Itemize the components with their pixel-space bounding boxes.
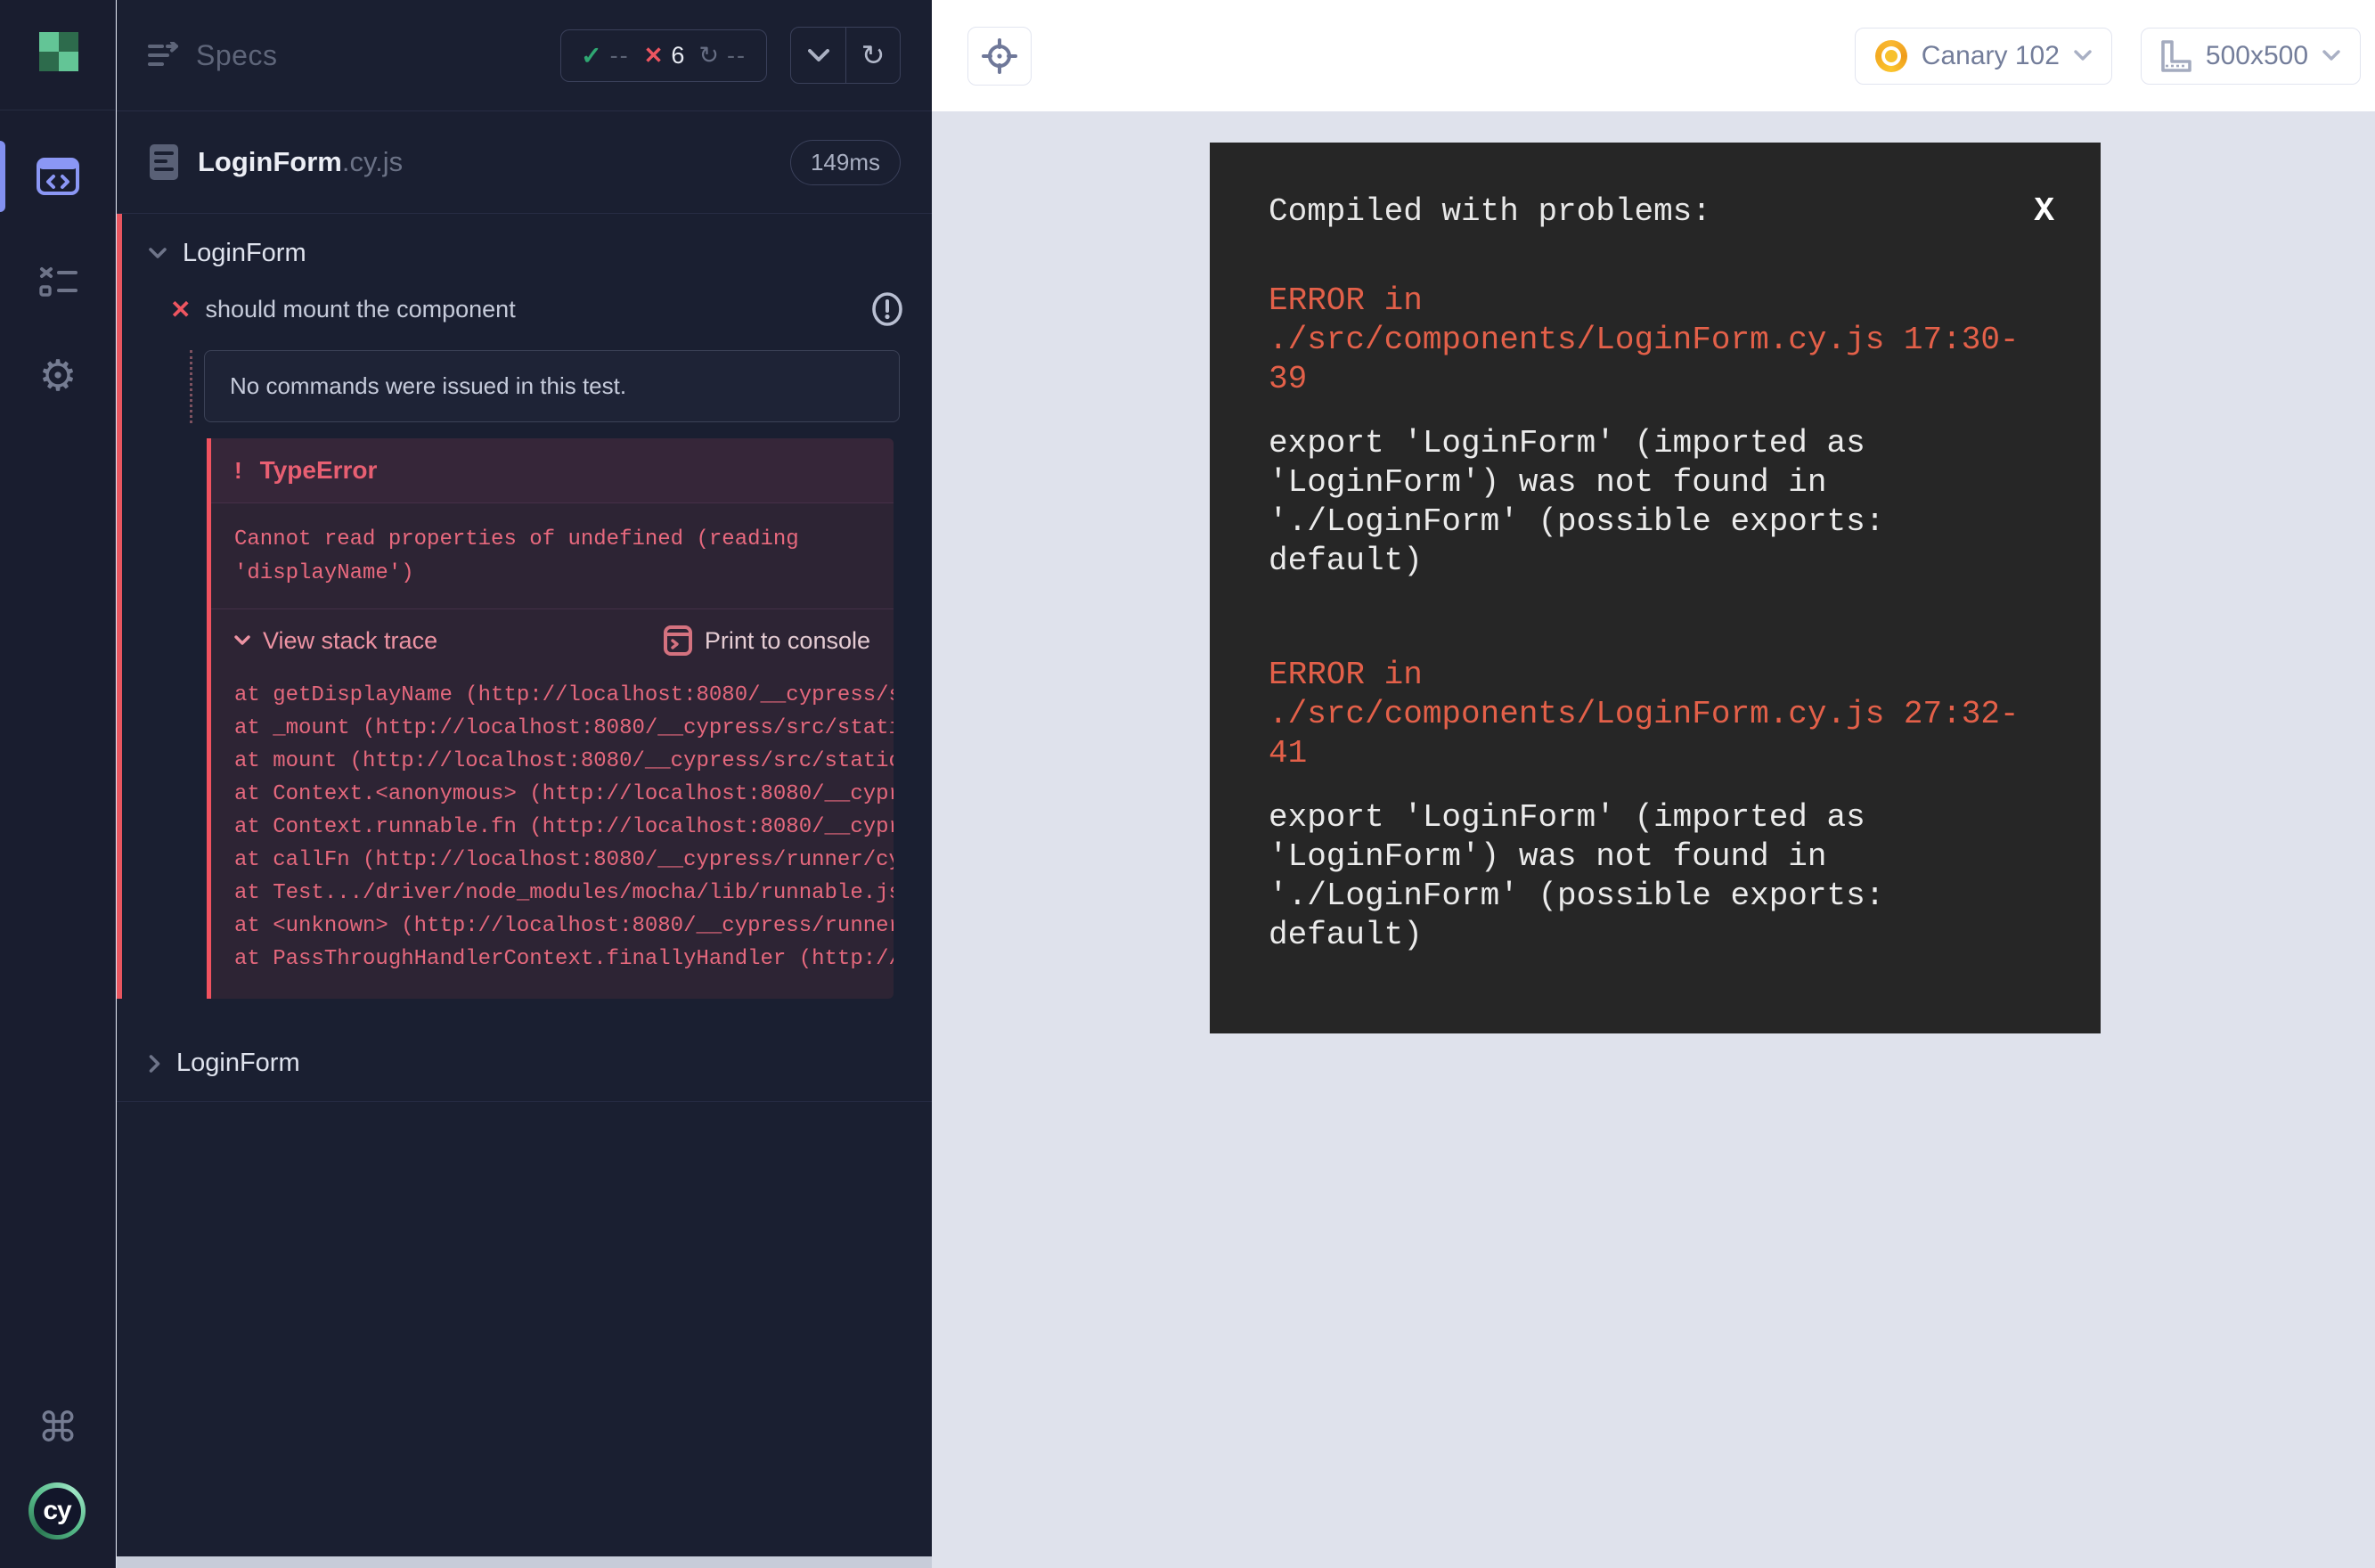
collapse-all-button[interactable] — [791, 28, 845, 83]
rerun-button[interactable]: ↻ — [845, 28, 900, 83]
test-error-box: ! TypeError Cannot read properties of un… — [207, 438, 894, 999]
spec-file-row[interactable]: LoginForm.cy.js 149ms — [117, 111, 932, 213]
stat-passed: ✓ -- — [581, 41, 629, 70]
gear-icon: ⚙ — [38, 351, 77, 401]
browser-select-label: Canary 102 — [1922, 41, 2060, 71]
specs-panel-title: Specs — [196, 39, 277, 72]
print-to-console-button[interactable]: Print to console — [664, 625, 870, 656]
test-failed-icon: ✕ — [170, 295, 191, 324]
spec-duration-badge: 149ms — [790, 140, 901, 185]
error-controls: View stack trace Print to console — [211, 609, 894, 672]
specs-header: Specs ✓ -- ✕ 6 ↻ -- — [117, 0, 932, 111]
no-commands-message: No commands were issued in this test. — [204, 350, 900, 422]
cy-logo: cy — [34, 1488, 81, 1535]
stack-trace: at getDisplayName (http://localhost:8080… — [211, 672, 894, 999]
error-detail: export 'LoginForm' (imported as 'LoginFo… — [1269, 798, 2054, 955]
compile-error: ERROR in ./src/components/LoginForm.cy.j… — [1269, 282, 2054, 581]
cypress-version-button[interactable]: cy — [29, 1482, 86, 1539]
runner-topbar: Canary 102 500x500 — [932, 0, 2375, 111]
check-icon: ✓ — [581, 41, 601, 70]
sidebar: ⚙ ⌘ cy — [0, 0, 116, 1568]
stat-pending: ↻ -- — [698, 42, 747, 69]
compile-error: ERROR in ./src/components/LoginForm.cy.j… — [1269, 656, 2054, 955]
logo-square — [59, 32, 78, 52]
attempt-indicator — [190, 350, 192, 423]
logo-square — [59, 52, 78, 71]
horizontal-scrollbar[interactable] — [117, 1556, 932, 1568]
stat-failed: ✕ 6 — [644, 42, 685, 69]
logo-square — [39, 32, 59, 52]
ruler-icon — [2161, 40, 2191, 72]
collapsed-suite-row[interactable]: LoginForm — [117, 1025, 932, 1101]
suite-row[interactable]: LoginForm — [122, 226, 932, 281]
chevron-down-icon — [2074, 50, 2092, 61]
error-header: ! TypeError — [211, 438, 894, 503]
runner-area: Canary 102 500x500 — [932, 0, 2375, 1568]
command-icon: ⌘ — [37, 1403, 78, 1451]
spec-file-icon — [148, 143, 180, 182]
selector-playground-button[interactable] — [967, 27, 1032, 86]
refresh-icon: ↻ — [861, 38, 886, 72]
print-console-icon — [664, 625, 692, 656]
specs-icon — [148, 42, 180, 69]
webpack-error-overlay: Compiled with problems: X ERROR in ./src… — [1210, 143, 2101, 1033]
chevron-down-icon — [808, 49, 829, 61]
viewport-select-label: 500x500 — [2206, 41, 2308, 71]
chevron-down-icon — [2322, 50, 2340, 61]
browser-select[interactable]: Canary 102 — [1855, 28, 2112, 85]
error-message: Cannot read properties of undefined (rea… — [211, 503, 894, 609]
error-location: ERROR in ./src/components/LoginForm.cy.j… — [1269, 656, 2054, 773]
cypress-app-logo-icon[interactable] — [39, 32, 78, 71]
spec-file-ext: .cy.js — [342, 146, 403, 177]
error-detail: export 'LoginForm' (imported as 'LoginFo… — [1269, 424, 2054, 581]
chevron-down-icon — [234, 635, 250, 646]
specs-panel: Specs ✓ -- ✕ 6 ↻ -- — [117, 0, 932, 1568]
failed-test-row[interactable]: ✕ should mount the component — [122, 281, 932, 338]
overlay-header: Compiled with problems: X — [1269, 192, 2054, 232]
suite-name: LoginForm — [176, 1049, 300, 1078]
attention-icon[interactable] — [869, 291, 905, 327]
viewport-select[interactable]: 500x500 — [2141, 28, 2361, 85]
overlay-close-button[interactable]: X — [2016, 192, 2054, 232]
aut-stage: Compiled with problems: X ERROR in ./src… — [932, 111, 2375, 1568]
test-list-icon — [38, 265, 78, 298]
code-window-icon — [37, 158, 79, 195]
suite-name: LoginForm — [183, 239, 306, 268]
keyboard-shortcuts-button[interactable]: ⌘ — [0, 1401, 116, 1454]
chevron-down-icon — [149, 248, 167, 259]
error-location: ERROR in ./src/components/LoginForm.cy.j… — [1269, 282, 2054, 399]
logo-square — [39, 52, 59, 71]
sidebar-item-runs[interactable] — [0, 255, 116, 308]
error-type: TypeError — [260, 456, 378, 485]
divider — [117, 1101, 932, 1102]
test-attempt-body: No commands were issued in this test. — [204, 350, 900, 422]
sidebar-item-settings[interactable]: ⚙ — [0, 349, 116, 403]
overlay-title: Compiled with problems: — [1269, 192, 1711, 232]
view-stack-trace-toggle[interactable]: View stack trace — [234, 627, 437, 655]
chevron-right-icon — [149, 1055, 160, 1073]
failed-spec-block: LoginForm ✕ should mount the component N… — [117, 214, 932, 999]
pending-circle-icon: ↻ — [698, 42, 719, 69]
x-icon: ✕ — [644, 42, 664, 69]
crosshair-icon — [982, 38, 1017, 74]
error-bang-icon: ! — [234, 457, 242, 485]
run-stats[interactable]: ✓ -- ✕ 6 ↻ -- — [560, 29, 767, 82]
spec-file-name: LoginForm.cy.js — [198, 146, 403, 178]
sidebar-item-specs[interactable] — [0, 150, 116, 203]
header-actions: ↻ — [790, 27, 901, 84]
test-title: should mount the component — [205, 296, 515, 323]
chrome-canary-icon — [1875, 40, 1907, 72]
